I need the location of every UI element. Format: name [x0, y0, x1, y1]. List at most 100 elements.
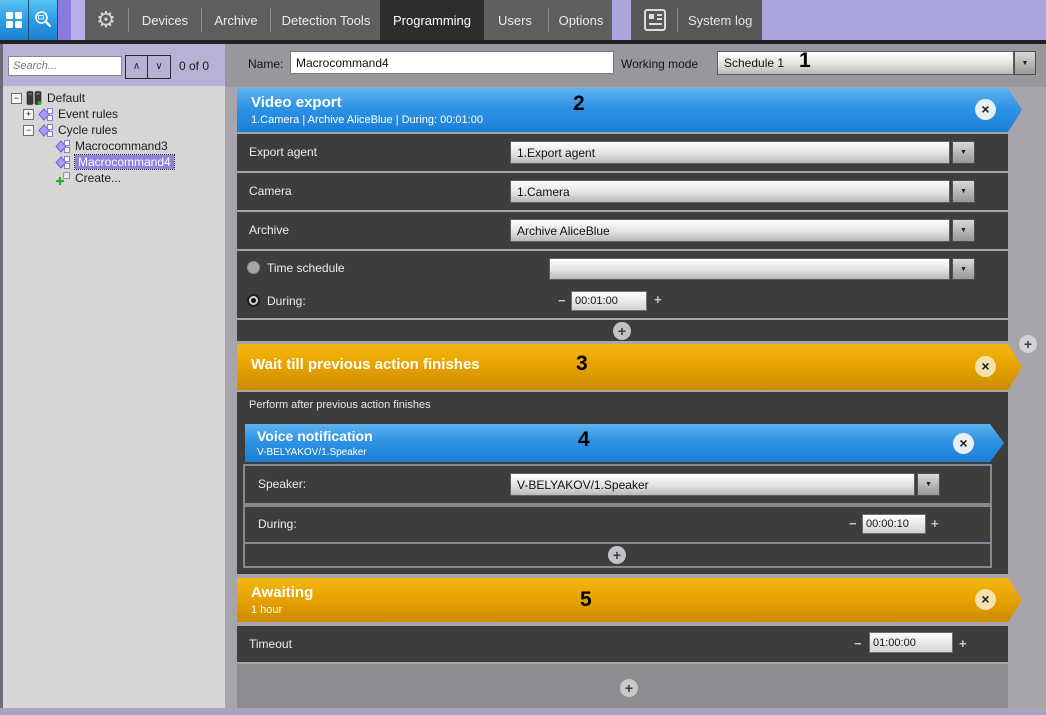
dropdown-arrow-icon: ▼	[1022, 60, 1029, 67]
plus-stepper-icon[interactable]: +	[654, 292, 662, 307]
plus-stepper-icon[interactable]: +	[931, 516, 939, 531]
block-title: Awaiting	[251, 584, 313, 601]
tab-detection-tools[interactable]: Detection Tools	[272, 0, 380, 40]
add-action-button[interactable]: +	[620, 679, 638, 697]
speaker-label: Speaker:	[258, 477, 306, 491]
search-icon	[33, 10, 53, 30]
search-prev-button[interactable]: ∧	[126, 56, 148, 78]
tab-options[interactable]: Options	[550, 0, 612, 40]
selected-tree-label: Macrocommand4	[75, 155, 174, 169]
search-input[interactable]	[8, 56, 122, 76]
wait-block-header: Wait till previous action finishes ×	[237, 344, 1022, 390]
during-label: During:	[267, 294, 306, 308]
toolbar-gap	[612, 0, 631, 40]
time-schedule-dropdown-button[interactable]: ▼	[952, 258, 975, 280]
archive-dropdown-button[interactable]: ▼	[952, 219, 975, 242]
search-nav-buttons: ∧ ∨	[125, 55, 171, 79]
system-log-button[interactable]: System log	[631, 0, 762, 40]
export-agent-label: Export agent	[249, 145, 317, 159]
close-icon[interactable]: ×	[975, 356, 996, 377]
window-bottom-strip	[0, 708, 1046, 715]
top-toolbar: ⚙ Devices Archive Detection Tools Progra…	[0, 0, 1046, 40]
camera-label: Camera	[249, 184, 292, 198]
working-mode-dropdown[interactable]: Schedule 1	[717, 51, 1014, 75]
tree-item-macrocommand4[interactable]: Macrocommand4	[55, 154, 174, 170]
toolbar-separator	[128, 8, 129, 32]
speaker-dropdown[interactable]: V-BELYAKOV/1.Speaker	[510, 473, 915, 496]
sidebar-search-bar: ∧ ∨ 0 of 0	[3, 44, 225, 86]
dropdown-arrow-icon: ▼	[925, 481, 932, 488]
minus-stepper-icon[interactable]: −	[849, 516, 857, 531]
tab-devices[interactable]: Devices	[131, 0, 199, 40]
block-subtitle: 1.Camera | Archive AliceBlue | During: 0…	[251, 114, 483, 126]
tree-item-default[interactable]: − Default	[11, 90, 85, 106]
tab-users[interactable]: Users	[484, 0, 546, 40]
camera-dropdown[interactable]: 1.Camera	[510, 180, 950, 203]
timeout-time-input[interactable]	[869, 632, 953, 653]
close-icon[interactable]: ×	[975, 99, 996, 120]
working-mode-label: Working mode	[621, 57, 698, 71]
expand-expander-icon[interactable]: +	[23, 109, 34, 120]
toolbar-fill	[762, 0, 1046, 40]
tab-archive[interactable]: Archive	[204, 0, 268, 40]
collapse-expander-icon[interactable]: −	[23, 125, 34, 136]
tree-item-macrocommand3[interactable]: Macrocommand3	[55, 138, 168, 154]
archive-label: Archive	[249, 223, 289, 237]
during-time-input[interactable]	[571, 291, 647, 311]
settings-button[interactable]: ⚙	[88, 0, 124, 40]
camera-dropdown-button[interactable]: ▼	[952, 180, 975, 203]
application-window: ⚙ Devices Archive Detection Tools Progra…	[0, 0, 1046, 715]
voice-notification-header: Voice notification V-BELYAKOV/1.Speaker …	[245, 424, 1004, 462]
chevron-down-icon: ∨	[155, 61, 162, 72]
archive-dropdown[interactable]: Archive AliceBlue	[510, 219, 950, 242]
server-icon	[26, 91, 43, 105]
close-icon[interactable]: ×	[975, 589, 996, 610]
working-mode-dropdown-button[interactable]: ▼	[1014, 51, 1036, 75]
block-title: Voice notification	[257, 428, 373, 444]
collapse-expander-icon[interactable]: −	[11, 93, 22, 104]
insert-action-button[interactable]: +	[1019, 335, 1037, 353]
tree-item-create[interactable]: Create...	[55, 170, 121, 186]
create-plus-icon	[55, 171, 71, 186]
tree-item-event-rules[interactable]: + Event rules	[23, 106, 118, 122]
voice-during-time-input[interactable]	[862, 514, 926, 534]
timeout-label: Timeout	[249, 637, 292, 651]
block-title: Video export	[251, 94, 342, 111]
grid-icon	[5, 11, 23, 29]
search-panel-button[interactable]	[29, 0, 58, 40]
gear-icon: ⚙	[96, 0, 116, 40]
time-schedule-dropdown[interactable]	[549, 258, 950, 280]
tree-item-cycle-rules[interactable]: − Cycle rules	[23, 122, 117, 138]
minus-stepper-icon[interactable]: −	[854, 636, 862, 651]
toolbar-separator	[201, 8, 202, 32]
search-next-button[interactable]: ∨	[148, 56, 170, 78]
export-agent-dropdown-button[interactable]: ▼	[952, 141, 975, 164]
dropdown-arrow-icon: ▼	[960, 188, 967, 195]
rule-diamond-icon	[38, 107, 54, 122]
macro-diamond-icon	[55, 139, 71, 154]
add-action-button[interactable]: +	[608, 546, 626, 564]
time-schedule-radio[interactable]	[247, 261, 260, 274]
tab-programming[interactable]: Programming	[380, 0, 484, 40]
voice-add-row: +	[245, 544, 990, 566]
minus-stepper-icon[interactable]: −	[558, 293, 566, 308]
dropdown-arrow-icon: ▼	[960, 266, 967, 273]
add-action-button[interactable]: +	[613, 322, 631, 340]
annotation-1: 1	[799, 49, 811, 73]
annotation-3: 3	[576, 352, 588, 376]
annotation-2: 2	[573, 92, 585, 116]
export-agent-dropdown[interactable]: 1.Export agent	[510, 141, 950, 164]
annotation-4: 4	[578, 428, 590, 452]
video-export-header: Video export 1.Camera | Archive AliceBlu…	[237, 88, 1022, 132]
close-icon[interactable]: ×	[953, 433, 974, 454]
video-export-add-row: +	[237, 320, 1008, 341]
speaker-dropdown-button[interactable]: ▼	[917, 473, 940, 496]
chevron-up-icon: ∧	[133, 61, 140, 72]
dropdown-arrow-icon: ▼	[960, 227, 967, 234]
accent-strip-dark	[58, 0, 71, 40]
macro-name-input[interactable]	[290, 51, 614, 74]
during-radio[interactable]	[247, 294, 260, 307]
plus-stepper-icon[interactable]: +	[959, 636, 967, 651]
layouts-button[interactable]	[0, 0, 29, 40]
toolbar-separator	[270, 8, 271, 32]
